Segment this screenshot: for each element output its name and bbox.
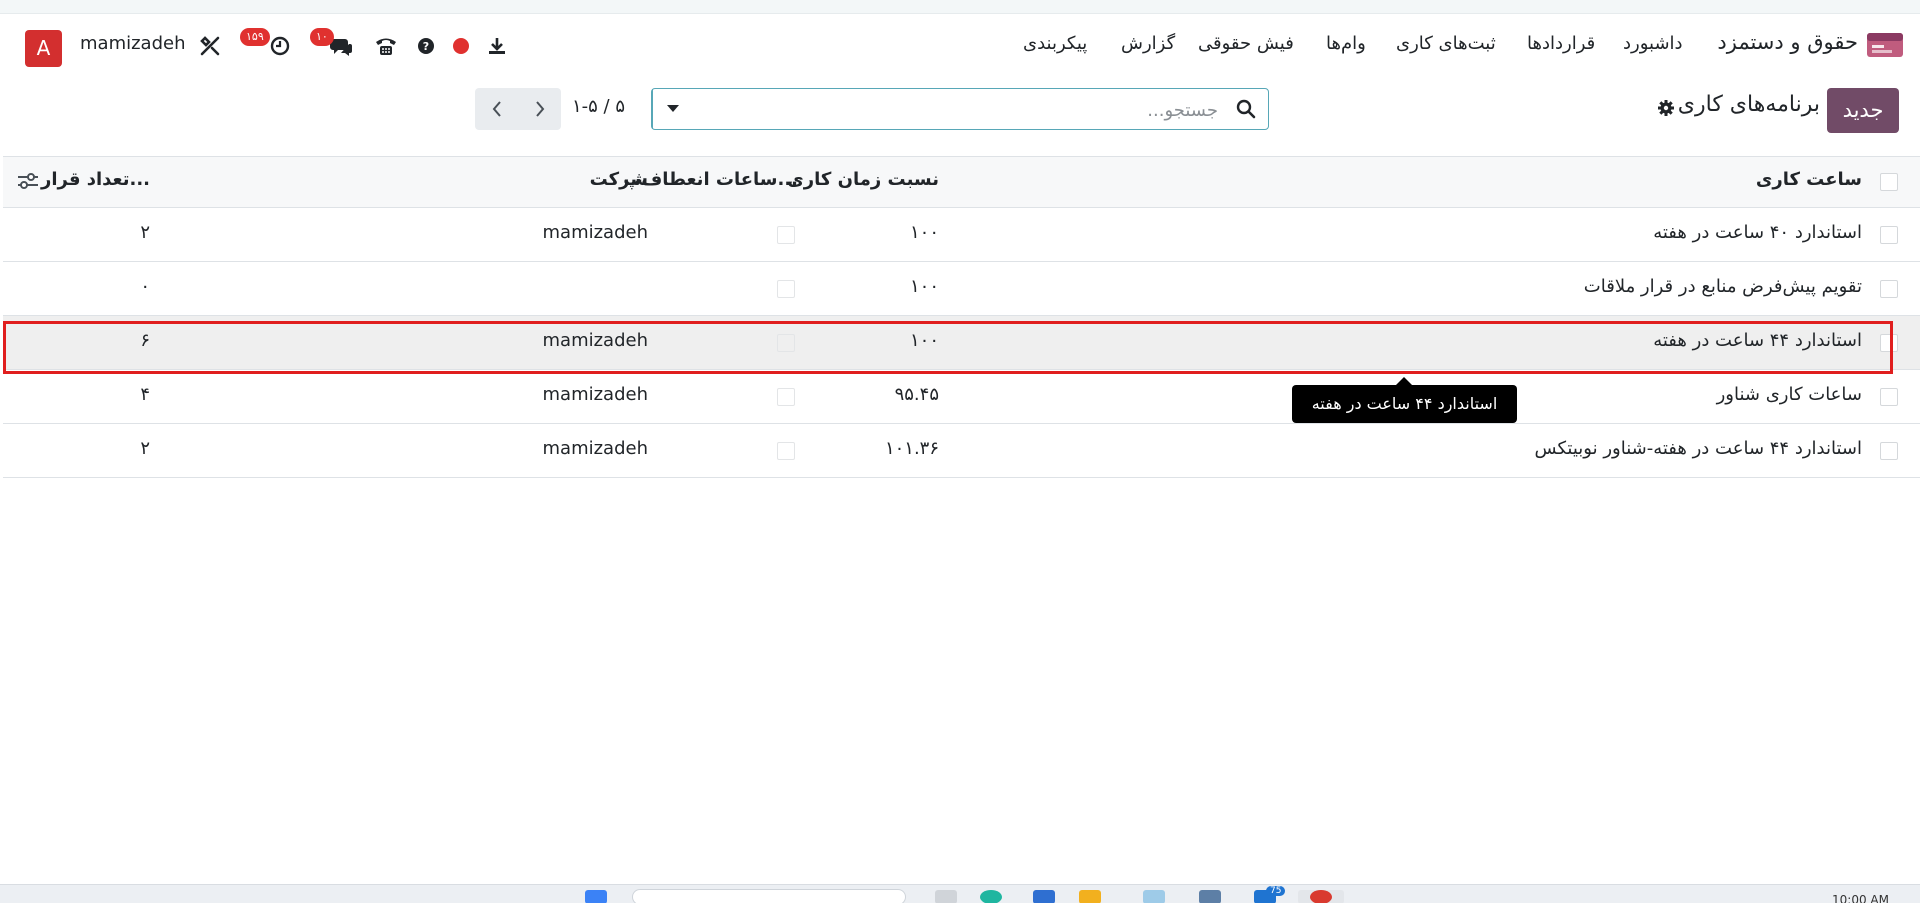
cell-work-hours: ساعات کاری شناور: [1716, 384, 1862, 405]
pager-buttons: [475, 88, 561, 130]
caret-down-icon: [667, 105, 679, 112]
activity-clock-icon[interactable]: [268, 34, 292, 58]
cell-work-hours: استاندارد ۴۰ ساعت در هفته: [1653, 222, 1862, 243]
pager-next-button[interactable]: [518, 88, 561, 130]
mail-badge: 75: [1266, 886, 1286, 896]
select-all-checkbox[interactable]: [1880, 173, 1898, 191]
row-tooltip: استاندارد ۴۴ ساعت در هفته: [1292, 385, 1517, 423]
cell-company: mamizadeh: [542, 438, 649, 459]
pager-previous-button[interactable]: [475, 88, 518, 130]
help-icon[interactable]: ?: [414, 34, 438, 58]
debug-tools-icon[interactable]: [198, 34, 222, 58]
os-taskbar: 75 10:00 AM: [0, 884, 1920, 903]
menu-contracts[interactable]: قراردادها: [1527, 33, 1595, 54]
table-row[interactable]: ساعات کاری شناور ۹۵.۴۵ mamizadeh ۴: [3, 370, 1920, 424]
flexible-hours-checkbox: [777, 442, 795, 460]
table-row[interactable]: استاندارد ۴۴ ساعت در هفته-شناور نوبیتکس …: [3, 424, 1920, 478]
cell-work-hours: استاندارد ۴۴ ساعت در هفته-شناور نوبیتکس: [1534, 438, 1862, 459]
gear-icon[interactable]: [1657, 99, 1675, 117]
cell-time-ratio: ۱۰۰: [909, 276, 939, 297]
column-work-hours[interactable]: ساعت کاری: [1756, 169, 1862, 190]
row-checkbox[interactable]: [1880, 226, 1898, 244]
taskbar-search[interactable]: [632, 889, 906, 903]
phone-icon[interactable]: [374, 34, 398, 58]
search-input[interactable]: [696, 89, 1220, 131]
chat-badge: ۱۰: [310, 28, 334, 46]
menu-dashboard[interactable]: داشبورد: [1623, 33, 1683, 54]
app-icon[interactable]: [1199, 890, 1221, 903]
table-row[interactable]: تقویم پیش‌فرض منابع در قرار ملاقات ۱۰۰ ۰: [3, 262, 1920, 316]
search-icon[interactable]: [1236, 99, 1256, 119]
cell-contracts-count: ۰: [140, 276, 150, 297]
table-header: ساعت کاری نسبت زمان کاری ساعات انعطاف‌پ.…: [3, 156, 1920, 208]
menu-work-entries[interactable]: ثبت‌های کاری: [1396, 33, 1496, 54]
app-name[interactable]: حقوق و دستمزد: [1698, 30, 1858, 54]
row-checkbox[interactable]: [1880, 280, 1898, 298]
menu-reporting[interactable]: گزارش: [1121, 33, 1175, 54]
cell-contracts-count: ۲: [140, 222, 150, 243]
flexible-hours-checkbox: [777, 226, 795, 244]
menu-payslips[interactable]: فیش حقوقی: [1198, 33, 1294, 54]
optional-columns-icon[interactable]: [17, 171, 39, 191]
column-flexible-hours[interactable]: ساعات انعطاف‌پ...: [623, 169, 798, 190]
table-row[interactable]: استاندارد ۴۰ ساعت در هفته ۱۰۰ mamizadeh …: [3, 208, 1920, 262]
flexible-hours-checkbox: [777, 388, 795, 406]
status-dot-icon[interactable]: [449, 34, 473, 58]
activity-badge: ۱۵۹: [240, 28, 270, 46]
notepad-icon[interactable]: [1143, 890, 1165, 903]
row-highlight-box: [3, 321, 1893, 374]
download-icon[interactable]: [485, 34, 509, 58]
column-contracts-count[interactable]: تعداد قرار...: [41, 169, 150, 190]
store-icon[interactable]: [1033, 890, 1055, 903]
chrome-icon[interactable]: [1310, 890, 1332, 903]
chevron-left-icon: [492, 101, 501, 117]
row-checkbox[interactable]: [1880, 388, 1898, 406]
cell-time-ratio: ۱۰۰: [909, 222, 939, 243]
row-checkbox[interactable]: [1880, 442, 1898, 460]
cell-work-hours: تقویم پیش‌فرض منابع در قرار ملاقات: [1583, 276, 1862, 297]
menu-loans[interactable]: وام‌ها: [1326, 33, 1366, 54]
cell-company: mamizadeh: [542, 384, 649, 405]
search-box: [651, 88, 1269, 131]
pager-value[interactable]: ۱-۵ / ۵: [572, 96, 625, 117]
page-title: برنامه‌های کاری: [1677, 92, 1820, 117]
column-time-ratio[interactable]: نسبت زمان کاری: [787, 169, 939, 190]
browser-top-strip: [0, 0, 1920, 14]
cell-time-ratio: ۹۵.۴۵: [894, 384, 939, 405]
task-view-icon[interactable]: [935, 890, 957, 903]
chevron-right-icon: [535, 101, 544, 117]
svg-text:?: ?: [423, 40, 429, 53]
search-options-toggle[interactable]: [652, 89, 693, 129]
cell-time-ratio: ۱۰۱.۳۶: [884, 438, 939, 459]
user-avatar[interactable]: A: [25, 30, 62, 67]
windows-start-icon[interactable]: [585, 890, 607, 903]
new-button[interactable]: جدید: [1827, 88, 1899, 133]
edge-browser-icon[interactable]: [980, 890, 1002, 903]
username[interactable]: mamizadeh: [80, 33, 186, 54]
cell-contracts-count: ۴: [140, 384, 150, 405]
menu-configuration[interactable]: پیکربندی: [1023, 33, 1087, 54]
cell-company: mamizadeh: [542, 222, 649, 243]
column-company[interactable]: شرکت: [590, 169, 648, 190]
cell-contracts-count: ۲: [140, 438, 150, 459]
file-explorer-icon[interactable]: [1079, 890, 1101, 903]
payroll-app-icon[interactable]: [1867, 33, 1903, 57]
flexible-hours-checkbox: [777, 280, 795, 298]
